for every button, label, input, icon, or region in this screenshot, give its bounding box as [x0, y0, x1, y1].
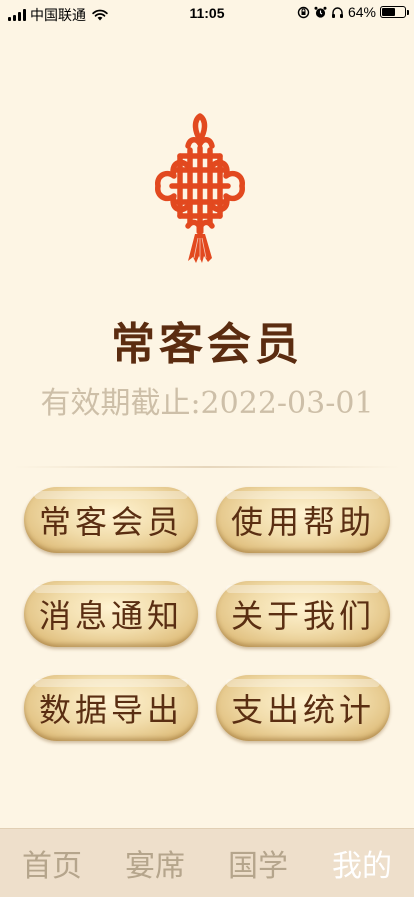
- membership-title: 常客会员: [111, 319, 303, 370]
- about-button[interactable]: 关于我们: [216, 581, 390, 647]
- alarm-icon: [314, 6, 327, 18]
- divider: [14, 466, 400, 468]
- status-right: 64%: [297, 4, 409, 20]
- tab-banquet[interactable]: 宴席: [105, 841, 205, 885]
- expiry-date: 有效期截止:2022-03-01: [40, 386, 374, 421]
- headphones-icon: [331, 6, 343, 18]
- status-bar: 中国联通 11:05 64%: [0, 0, 414, 28]
- export-button[interactable]: 数据导出: [24, 675, 198, 741]
- tab-bar: 首页 宴席 国学 我的: [0, 828, 414, 897]
- orientation-lock-icon: [297, 6, 310, 18]
- battery-level: [382, 8, 395, 16]
- stats-button[interactable]: 支出统计: [216, 675, 390, 741]
- tab-guoxue[interactable]: 国学: [208, 841, 308, 885]
- messages-button[interactable]: 消息通知: [24, 581, 198, 647]
- tab-home[interactable]: 首页: [2, 841, 102, 885]
- battery-percent: 64%: [347, 4, 376, 20]
- battery-icon: [380, 6, 409, 18]
- chinese-knot-icon: [155, 113, 245, 263]
- help-button[interactable]: 使用帮助: [216, 487, 390, 553]
- member-button[interactable]: 常客会员: [24, 487, 198, 553]
- tab-mine[interactable]: 我的: [312, 841, 412, 885]
